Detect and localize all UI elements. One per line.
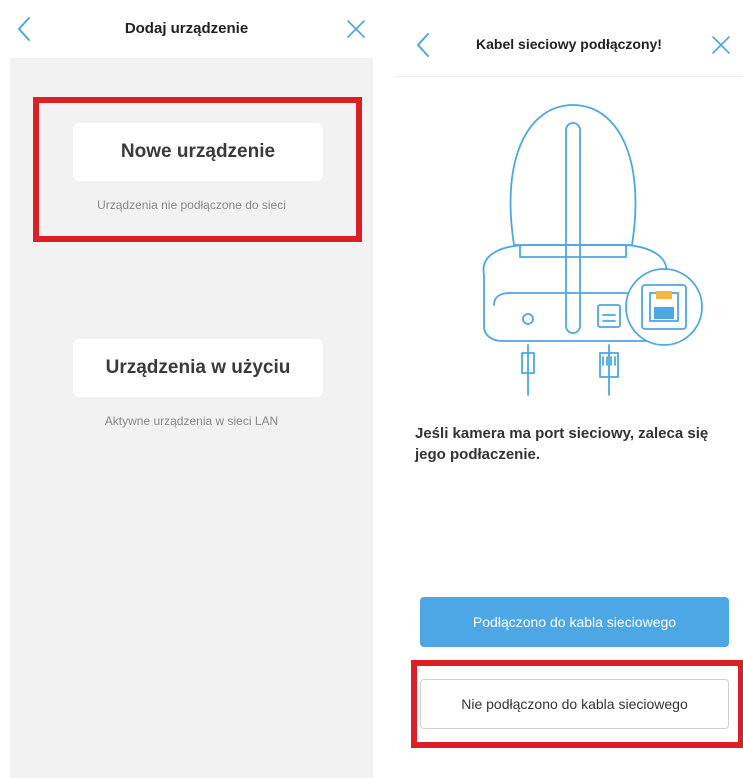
new-device-highlight [33,97,362,242]
cable-connected-button[interactable]: Podłączono do kabla sieciowego [420,597,729,647]
ethernet-port [597,304,621,328]
camera-head [509,104,637,246]
used-device-subtitle: Aktywne urządzenia w sieci LAN [104,414,279,428]
header: Dodaj urządzenie [0,0,373,58]
close-icon [347,20,365,38]
header: Kabel sieciowy podłączony! [395,0,743,78]
close-button[interactable] [710,33,732,57]
camera-illustration [482,104,703,396]
power-cable [521,344,535,396]
camera-neck [519,244,627,258]
not-connected-highlight [411,660,743,748]
header-divider [395,76,743,77]
camera-antenna [565,122,581,334]
close-icon [712,36,730,54]
page-title: Kabel sieciowy podłączony! [476,36,662,52]
power-port [522,313,534,325]
ethernet-connector-icon [656,291,672,299]
used-device-button[interactable]: Urządzenia w użyciu [73,339,323,397]
description: Jeśli kamera ma port sieciowy, zaleca si… [415,425,709,463]
close-button[interactable] [345,17,367,41]
ethernet-cable [599,344,619,396]
page-title: Dodaj urządzenie [124,20,249,37]
